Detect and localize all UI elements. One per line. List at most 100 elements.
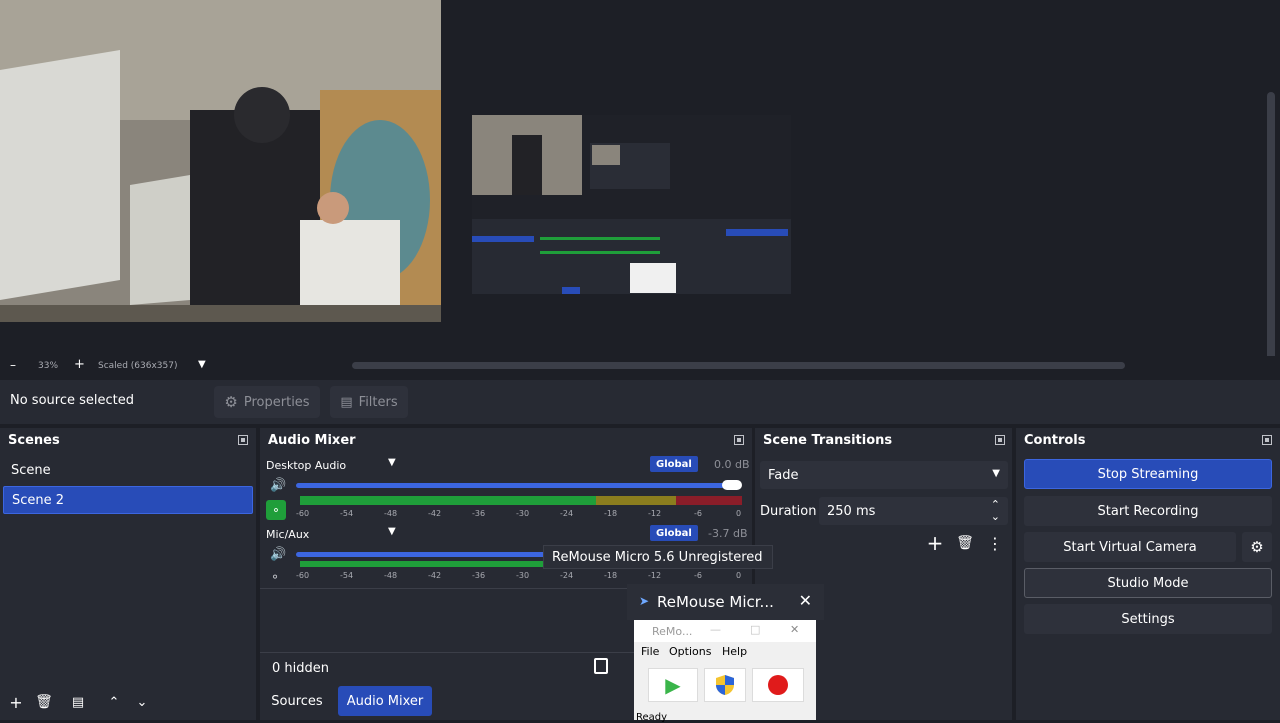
tick-label: 0 xyxy=(736,571,742,580)
menu-options[interactable]: Options xyxy=(669,645,711,658)
scene-item-scene[interactable]: Scene xyxy=(3,456,253,484)
stop-streaming-button[interactable]: Stop Streaming xyxy=(1024,459,1272,489)
volume-meter-red xyxy=(676,496,742,505)
menu-file[interactable]: File xyxy=(641,645,659,658)
gear-icon: ⚙ xyxy=(224,393,238,411)
minimize-icon[interactable]: — xyxy=(710,623,721,636)
maximize-icon[interactable]: □ xyxy=(750,623,760,636)
audio-mixer-title: Audio Mixer xyxy=(268,433,356,448)
start-recording-button[interactable]: Start Recording xyxy=(1024,496,1272,526)
play-button[interactable]: ▶ xyxy=(648,668,698,702)
move-up-icon[interactable]: ⌃ xyxy=(102,690,126,714)
tick-label: -54 xyxy=(340,509,354,518)
remouse-status: Ready xyxy=(636,712,668,723)
move-down-icon[interactable]: ⌄ xyxy=(130,690,154,714)
meter-ticks: -60 -54 -48 -42 -36 -30 -24 -18 -12 -6 0 xyxy=(296,571,746,583)
more-options-icon[interactable]: ⋮ xyxy=(983,531,1007,555)
float-dock-icon[interactable] xyxy=(734,435,744,445)
float-dock-icon[interactable] xyxy=(238,435,248,445)
tab-sources[interactable]: Sources xyxy=(262,686,332,716)
remouse-taskbar-preview[interactable]: ➤ ReMouse Micr... ✕ xyxy=(627,584,824,620)
scene-transitions-title: Scene Transitions xyxy=(763,433,893,448)
duration-spinbox[interactable]: 250 ms ⌃ ⌄ xyxy=(819,497,1008,525)
virtual-camera-settings-button[interactable]: ⚙ xyxy=(1242,532,1272,562)
zoom-out-button[interactable]: – xyxy=(10,358,16,372)
add-scene-icon[interactable]: + xyxy=(4,690,28,714)
float-dock-icon[interactable] xyxy=(995,435,1005,445)
shield-button[interactable] xyxy=(704,668,746,702)
volume-slider[interactable] xyxy=(296,483,730,488)
button-label: Start Recording xyxy=(1097,503,1199,519)
add-transition-icon[interactable]: + xyxy=(923,531,947,555)
volume-slider-knob[interactable] xyxy=(722,480,742,490)
channel-db: -3.7 dB xyxy=(708,527,748,540)
button-label: Start Virtual Camera xyxy=(1063,539,1197,555)
global-badge[interactable]: Global xyxy=(650,525,698,541)
tick-label: -36 xyxy=(472,571,486,580)
chevron-down-icon: ▼ xyxy=(992,468,1000,479)
scene-item-scene-2[interactable]: Scene 2 xyxy=(3,486,253,514)
record-button[interactable] xyxy=(752,668,804,702)
tick-label: -60 xyxy=(296,509,310,518)
speaker-icon[interactable]: 🔊 xyxy=(270,478,286,493)
tooltip-text: ReMouse Micro 5.6 Unregistered xyxy=(552,549,763,565)
monitor-headphones-icon[interactable]: ⚬ xyxy=(266,500,286,520)
preview-vertical-scrollbar[interactable] xyxy=(1262,50,1280,362)
filter-icon: ▤ xyxy=(340,394,353,410)
remove-scene-icon[interactable]: 🗑 xyxy=(32,690,56,714)
monitor-off-icon[interactable]: ⚬ xyxy=(270,570,280,584)
volume-meter xyxy=(300,561,546,567)
menu-help[interactable]: Help xyxy=(722,645,747,658)
channel-menu-icon[interactable]: ▼ xyxy=(388,457,396,468)
record-icon xyxy=(768,675,788,695)
close-icon[interactable]: ✕ xyxy=(799,591,812,610)
channel-db: 0.0 dB xyxy=(714,458,750,471)
controls-title: Controls xyxy=(1024,433,1086,448)
start-virtual-camera-button[interactable]: Start Virtual Camera xyxy=(1024,532,1236,562)
scene-filters-icon[interactable]: ▤ xyxy=(66,690,90,714)
remouse-title: ReMouse Micr... xyxy=(657,593,774,611)
hidden-count[interactable]: 0 hidden xyxy=(272,661,329,676)
preview-horizontal-scrollbar[interactable] xyxy=(352,362,1125,369)
float-dock-icon[interactable] xyxy=(1262,435,1272,445)
scenes-title: Scenes xyxy=(8,433,60,448)
scene-label: Scene xyxy=(11,462,51,478)
zoom-in-button[interactable]: + xyxy=(74,357,85,372)
properties-button[interactable]: ⚙ Properties xyxy=(214,386,320,418)
tick-label: -42 xyxy=(428,571,442,580)
filters-label: Filters xyxy=(358,394,398,410)
tick-label: -48 xyxy=(384,571,398,580)
studio-mode-button[interactable]: Studio Mode xyxy=(1024,568,1272,598)
tab-audio-mixer[interactable]: Audio Mixer xyxy=(338,686,432,716)
preview-canvas[interactable] xyxy=(0,0,1262,356)
volume-slider[interactable] xyxy=(296,552,546,557)
transition-select[interactable]: Fade ▼ xyxy=(760,461,1008,489)
tick-label: -36 xyxy=(472,509,486,518)
tab-label: Audio Mixer xyxy=(346,693,424,709)
tick-label: -30 xyxy=(516,509,530,518)
controls-dock: Controls Stop Streaming Start Recording … xyxy=(1016,428,1280,720)
scenes-dock: Scenes Scene Scene 2 + 🗑 ▤ ⌃ ⌄ xyxy=(0,428,256,720)
scrollbar-thumb[interactable] xyxy=(1267,92,1275,362)
remove-transition-icon[interactable]: 🗑 xyxy=(953,531,977,555)
channel-name: Desktop Audio xyxy=(266,459,347,472)
settings-button[interactable]: Settings xyxy=(1024,604,1272,634)
spin-down-icon[interactable]: ⌄ xyxy=(991,510,1000,523)
shield-icon xyxy=(716,675,734,695)
remouse-titlebar: ReMo... — □ ✕ xyxy=(634,620,816,642)
speaker-icon[interactable]: 🔊 xyxy=(270,547,286,562)
tab-label: Sources xyxy=(271,693,323,709)
meter-ticks: -60 -54 -48 -42 -36 -30 -24 -18 -12 -6 0 xyxy=(296,509,746,521)
properties-label: Properties xyxy=(243,394,310,410)
scale-label: Scaled (636x357) xyxy=(98,361,178,371)
close-icon[interactable]: ✕ xyxy=(790,623,799,636)
transition-value: Fade xyxy=(768,467,799,483)
global-badge[interactable]: Global xyxy=(650,456,698,472)
mixer-layout-icon[interactable] xyxy=(594,658,608,674)
source-toolbar: No source selected ⚙ Properties ▤ Filter… xyxy=(0,380,1280,424)
zoom-bar: – 33% + Scaled (636x357) ▼ xyxy=(0,356,1280,376)
channel-menu-icon[interactable]: ▼ xyxy=(388,526,396,537)
scale-dropdown-icon[interactable]: ▼ xyxy=(198,359,206,370)
filters-button[interactable]: ▤ Filters xyxy=(330,386,408,418)
tick-label: -6 xyxy=(694,571,702,580)
